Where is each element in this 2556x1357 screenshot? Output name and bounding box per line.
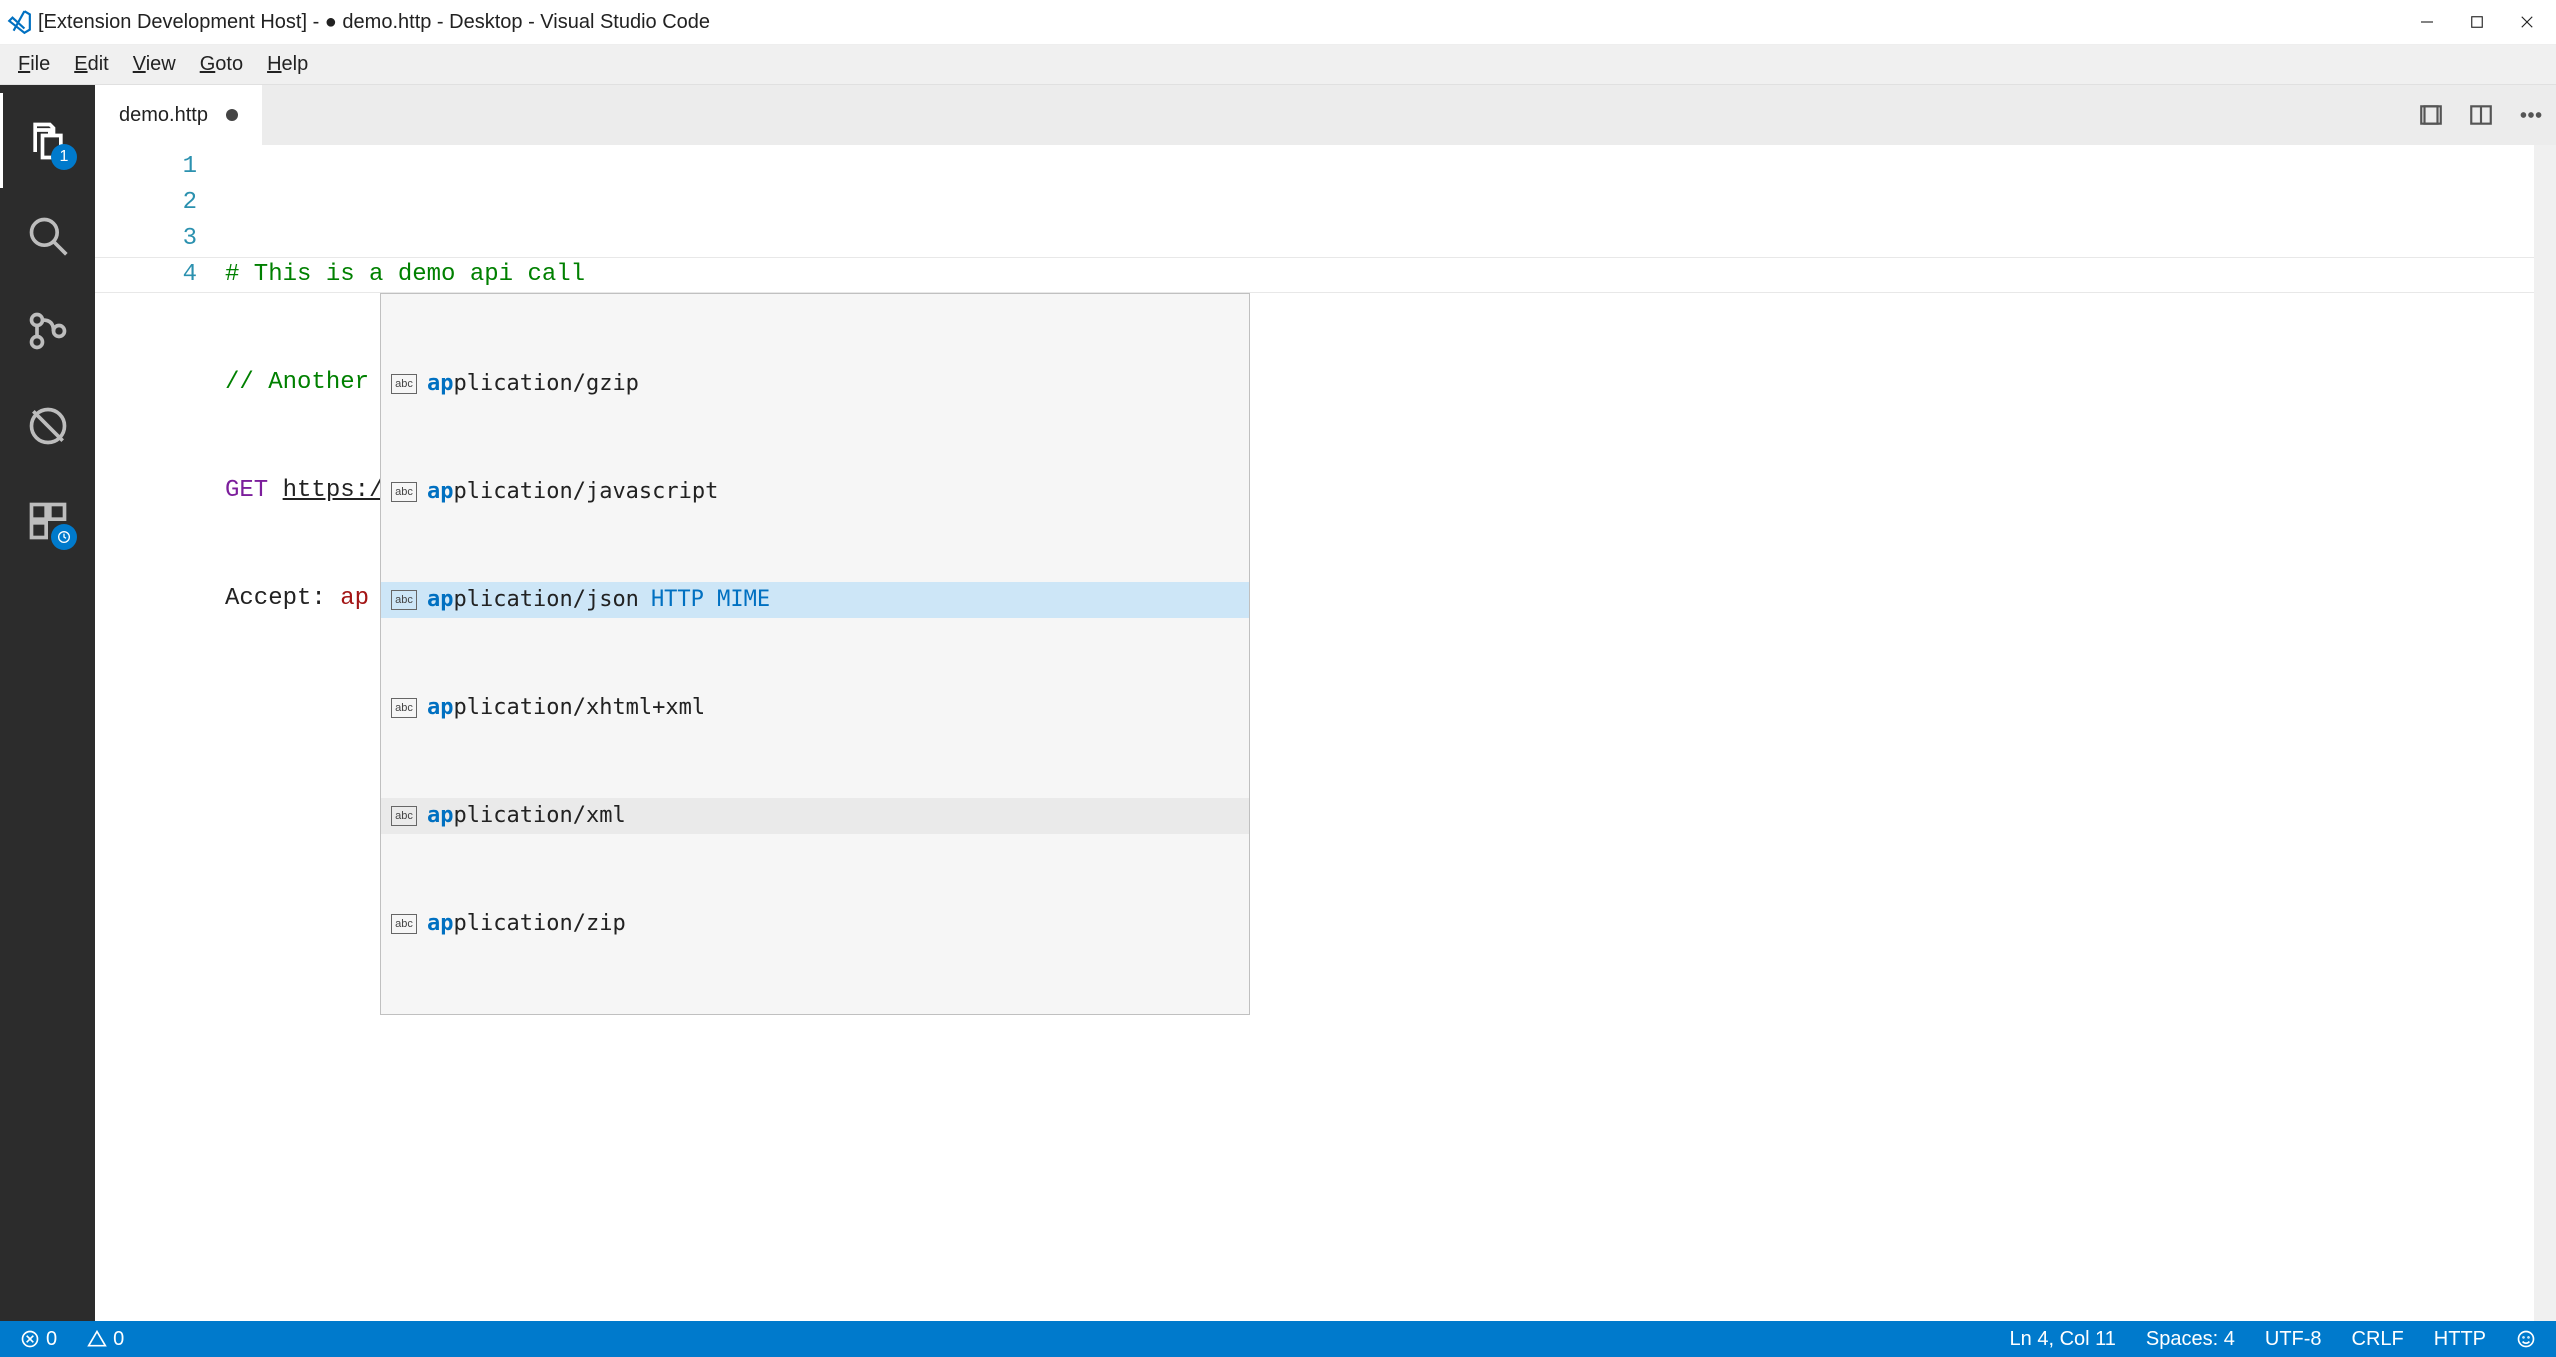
more-actions-button[interactable]: [2506, 85, 2556, 145]
abc-icon: abc: [391, 698, 417, 718]
menu-view[interactable]: View: [121, 49, 188, 80]
vscode-logo-icon: [6, 9, 32, 35]
extensions-badge-icon: [51, 524, 77, 550]
abc-icon: abc: [391, 806, 417, 826]
dirty-indicator-icon: [226, 109, 238, 121]
suggest-item[interactable]: abc application/zip: [381, 906, 1249, 942]
tab-label: demo.http: [119, 104, 208, 127]
activity-bar: 1: [0, 85, 95, 1321]
menu-file[interactable]: File: [6, 49, 62, 80]
error-icon: [20, 1329, 40, 1349]
suggest-item-selected[interactable]: abc application/jsonHTTP MIME: [381, 582, 1249, 618]
code-content[interactable]: # This is a demo api call // Another way…: [225, 145, 2556, 1321]
abc-icon: abc: [391, 590, 417, 610]
editor-scrollbar[interactable]: [2534, 145, 2556, 1321]
abc-icon: abc: [391, 914, 417, 934]
status-encoding[interactable]: UTF-8: [2259, 1328, 2328, 1351]
split-editor-secondary-icon[interactable]: [2406, 85, 2456, 145]
menu-help[interactable]: Help: [255, 49, 320, 80]
activity-debug[interactable]: [0, 378, 95, 473]
code-line-1: # This is a demo api call: [225, 261, 585, 288]
suggest-item[interactable]: abc application/javascript: [381, 474, 1249, 510]
status-bar: 0 0 Ln 4, Col 11 Spaces: 4 UTF-8 CRLF HT…: [0, 1321, 2556, 1357]
window-title: [Extension Development Host] - ● demo.ht…: [38, 11, 710, 34]
split-editor-button[interactable]: [2456, 85, 2506, 145]
close-button[interactable]: [2502, 0, 2552, 45]
activity-explorer[interactable]: 1: [0, 93, 95, 188]
status-language[interactable]: HTTP: [2428, 1328, 2492, 1351]
main-area: 1 demo.http: [0, 85, 2556, 1321]
status-feedback-button[interactable]: [2510, 1329, 2542, 1349]
menu-goto[interactable]: Goto: [188, 49, 255, 80]
tab-bar: demo.http: [95, 85, 2556, 145]
suggest-item[interactable]: abc application/xhtml+xml: [381, 690, 1249, 726]
maximize-button[interactable]: [2452, 0, 2502, 45]
activity-search[interactable]: [0, 188, 95, 283]
activity-scm[interactable]: [0, 283, 95, 378]
status-ln-col[interactable]: Ln 4, Col 11: [2004, 1328, 2122, 1351]
title-bar: [Extension Development Host] - ● demo.ht…: [0, 0, 2556, 45]
warning-icon: [87, 1329, 107, 1349]
minimize-button[interactable]: [2402, 0, 2452, 45]
intellisense-popup[interactable]: abc application/gzip abc application/jav…: [380, 293, 1250, 1015]
activity-extensions[interactable]: [0, 473, 95, 568]
code-editor[interactable]: 1 2 3 4 # This is a demo api call // Ano…: [95, 145, 2556, 1321]
menu-bar: File Edit View Goto Help: [0, 45, 2556, 85]
tab-demo-http[interactable]: demo.http: [95, 85, 263, 145]
status-warnings[interactable]: 0: [81, 1328, 130, 1351]
smiley-icon: [2516, 1329, 2536, 1349]
explorer-badge: 1: [51, 144, 77, 170]
line-number-gutter: 1 2 3 4: [95, 145, 225, 1321]
status-spaces[interactable]: Spaces: 4: [2140, 1328, 2241, 1351]
suggest-item[interactable]: abc application/gzip: [381, 366, 1249, 402]
suggest-item[interactable]: abc application/xml: [381, 798, 1249, 834]
editor-group: demo.http 1 2 3 4 # This is a demo api c…: [95, 85, 2556, 1321]
abc-icon: abc: [391, 482, 417, 502]
status-errors[interactable]: 0: [14, 1328, 63, 1351]
status-eol[interactable]: CRLF: [2346, 1328, 2410, 1351]
abc-icon: abc: [391, 374, 417, 394]
menu-edit[interactable]: Edit: [62, 49, 120, 80]
